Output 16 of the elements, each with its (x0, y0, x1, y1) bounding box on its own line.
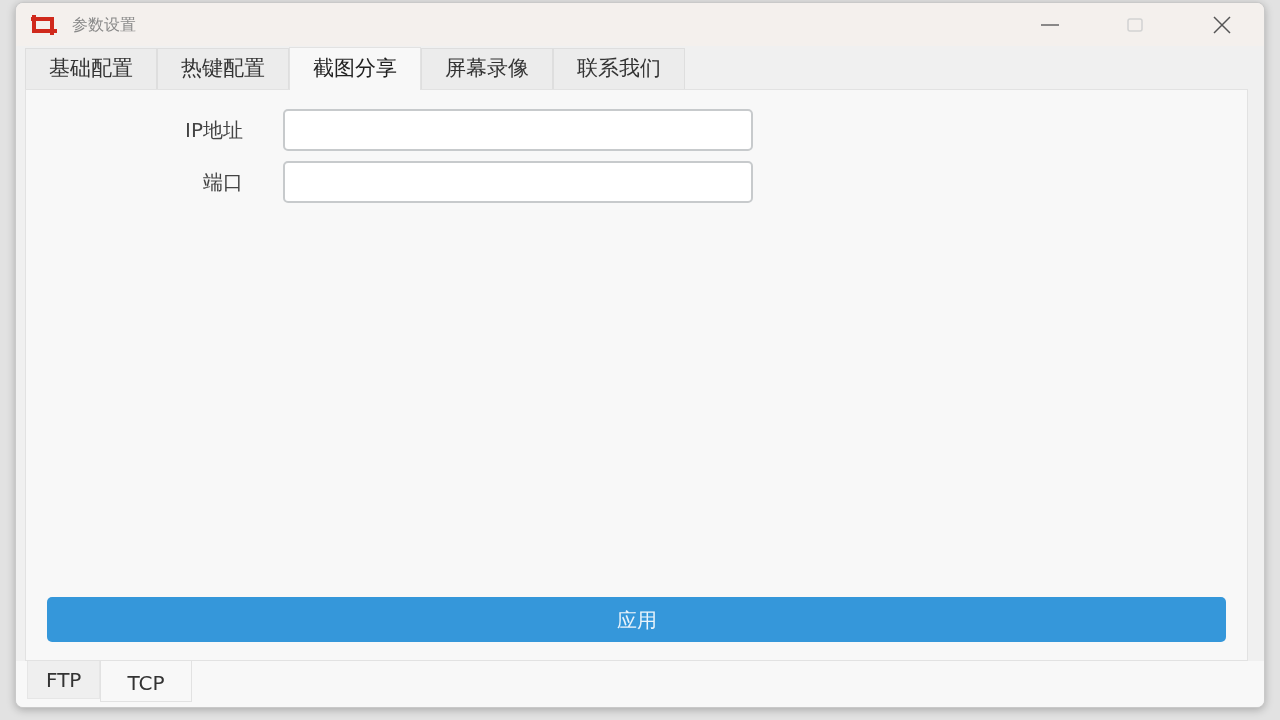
minimize-icon (1041, 23, 1059, 26)
app-logo-icon (30, 13, 58, 36)
window-title: 参数设置 (72, 13, 136, 36)
tab[interactable]: TCP (100, 661, 192, 702)
maximize-icon (1127, 17, 1143, 32)
text-input[interactable] (283, 161, 753, 203)
tab[interactable]: 截图分享 (289, 47, 421, 90)
text-input[interactable] (283, 109, 753, 151)
close-icon (1213, 15, 1231, 34)
tab[interactable]: 联系我们 (553, 48, 685, 89)
field-label: IP地址 (185, 117, 243, 144)
tab[interactable]: 屏幕录像 (421, 48, 553, 89)
tab[interactable]: FTP (27, 661, 101, 699)
field-label: 端口 (203, 169, 243, 196)
tab[interactable]: 基础配置 (25, 48, 157, 89)
tab[interactable]: 热键配置 (157, 48, 289, 89)
